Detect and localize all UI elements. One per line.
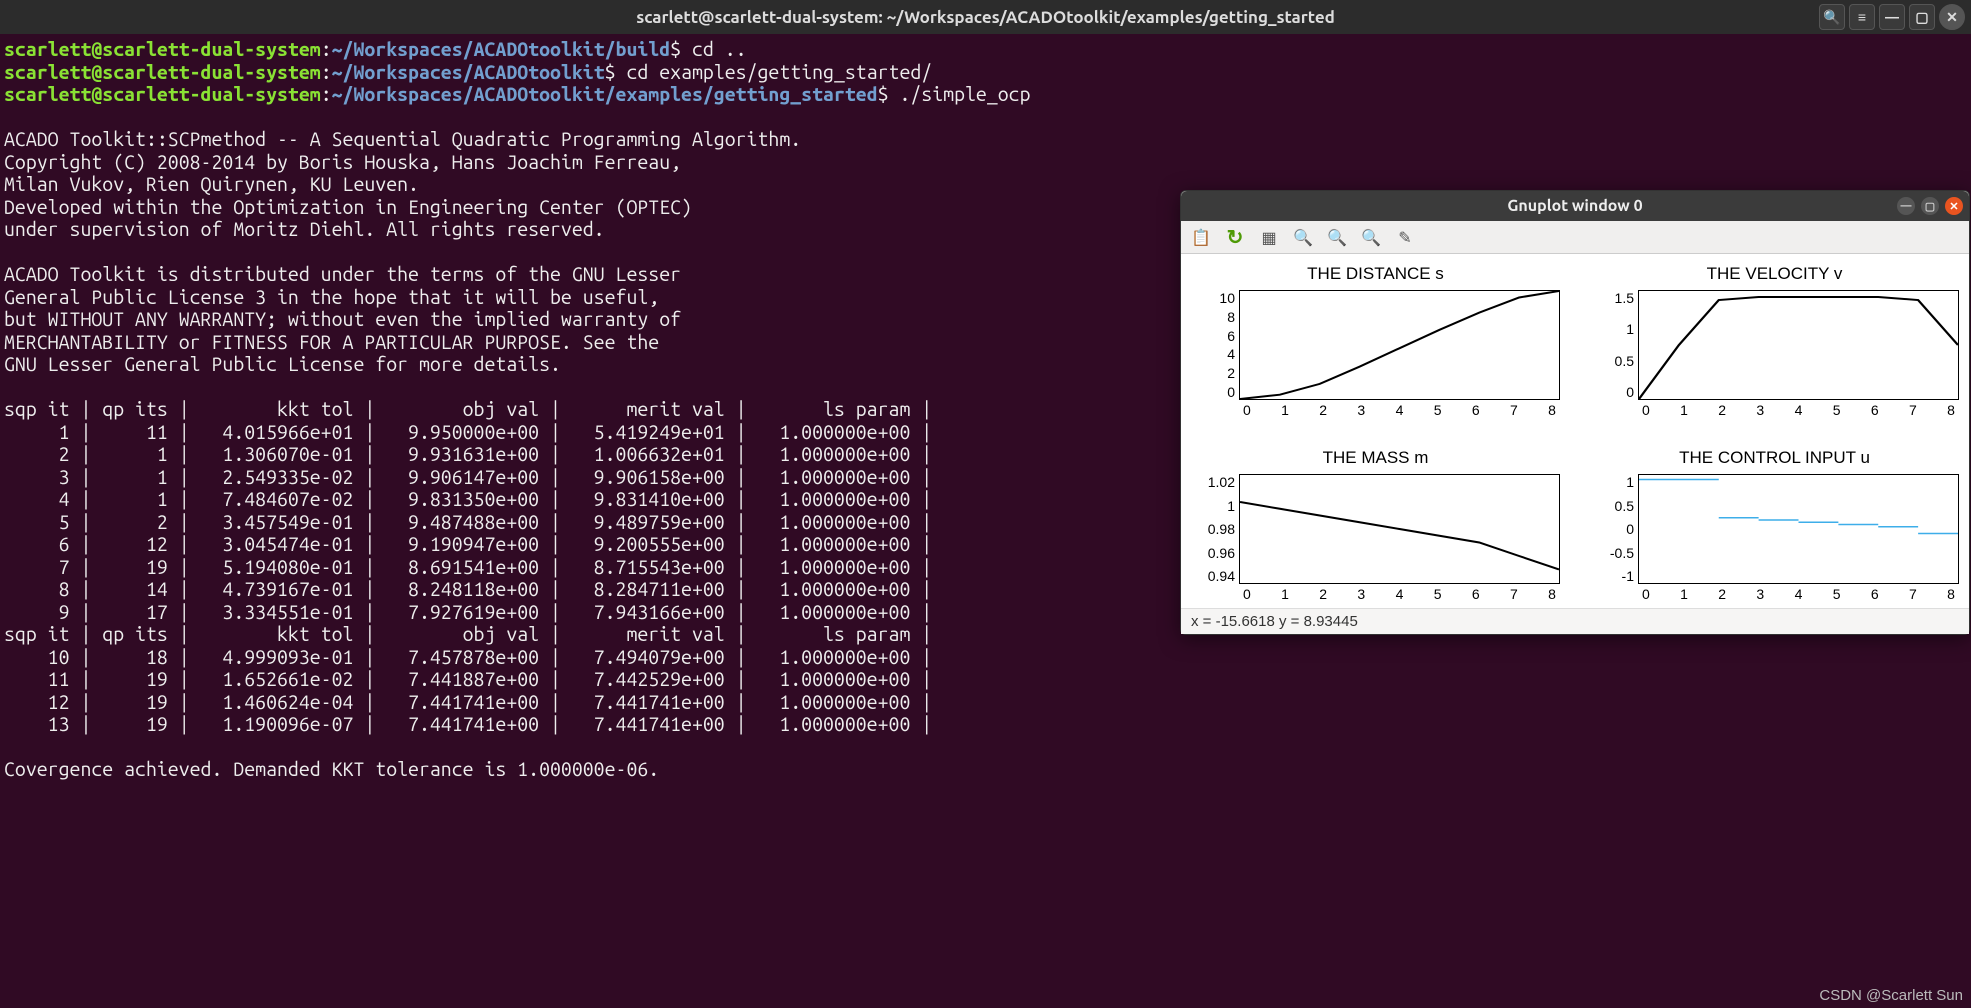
window-title: scarlett@scarlett-dual-system: ~/Workspa… <box>636 8 1335 27</box>
chart-title: THE VELOCITY v <box>1590 264 1959 284</box>
chart-title: THE DISTANCE s <box>1191 264 1560 284</box>
chart: THE CONTROL INPUT u10.50-0.5-1012345678 <box>1590 448 1959 602</box>
chart-title: THE CONTROL INPUT u <box>1590 448 1959 468</box>
autoscale-icon[interactable]: 🔍 <box>1359 225 1383 249</box>
watermark: CSDN @Scarlett Sun <box>1819 987 1963 1004</box>
chart: THE MASS m1.0210.980.960.94012345678 <box>1191 448 1560 602</box>
gnuplot-statusbar: x = -15.6618 y = 8.93445 <box>1181 608 1969 634</box>
replot-icon[interactable]: ↻ <box>1223 225 1247 249</box>
clipboard-icon[interactable]: 📋 <box>1189 225 1213 249</box>
maximize-button[interactable]: ▢ <box>1909 4 1935 30</box>
gnuplot-canvas: THE DISTANCE s1086420012345678THE VELOCI… <box>1181 254 1969 608</box>
gnuplot-toolbar: 📋 ↻ ▦ 🔍 🔍 🔍 ✎ <box>1181 221 1969 254</box>
zoom-in-icon[interactable]: 🔍 <box>1325 225 1349 249</box>
chart-title: THE MASS m <box>1191 448 1560 468</box>
chart: THE DISTANCE s1086420012345678 <box>1191 264 1560 418</box>
maximize-button[interactable]: ▢ <box>1921 197 1939 215</box>
minimize-button[interactable]: — <box>1897 197 1915 215</box>
close-button[interactable]: ✕ <box>1939 4 1965 30</box>
menu-icon[interactable]: ≡ <box>1849 4 1875 30</box>
settings-icon[interactable]: ✎ <box>1393 225 1417 249</box>
minimize-button[interactable]: — <box>1879 4 1905 30</box>
terminal-titlebar: scarlett@scarlett-dual-system: ~/Workspa… <box>0 0 1971 34</box>
chart: THE VELOCITY v1.510.50012345678 <box>1590 264 1959 418</box>
search-icon[interactable]: 🔍 <box>1819 4 1845 30</box>
gnuplot-titlebar[interactable]: Gnuplot window 0 — ▢ ✕ <box>1181 191 1969 221</box>
gnuplot-title: Gnuplot window 0 <box>1507 197 1642 215</box>
grid-icon[interactable]: ▦ <box>1257 225 1281 249</box>
gnuplot-window: Gnuplot window 0 — ▢ ✕ 📋 ↻ ▦ 🔍 🔍 🔍 ✎ THE… <box>1180 190 1970 635</box>
close-button[interactable]: ✕ <box>1945 197 1963 215</box>
zoom-out-icon[interactable]: 🔍 <box>1291 225 1315 249</box>
